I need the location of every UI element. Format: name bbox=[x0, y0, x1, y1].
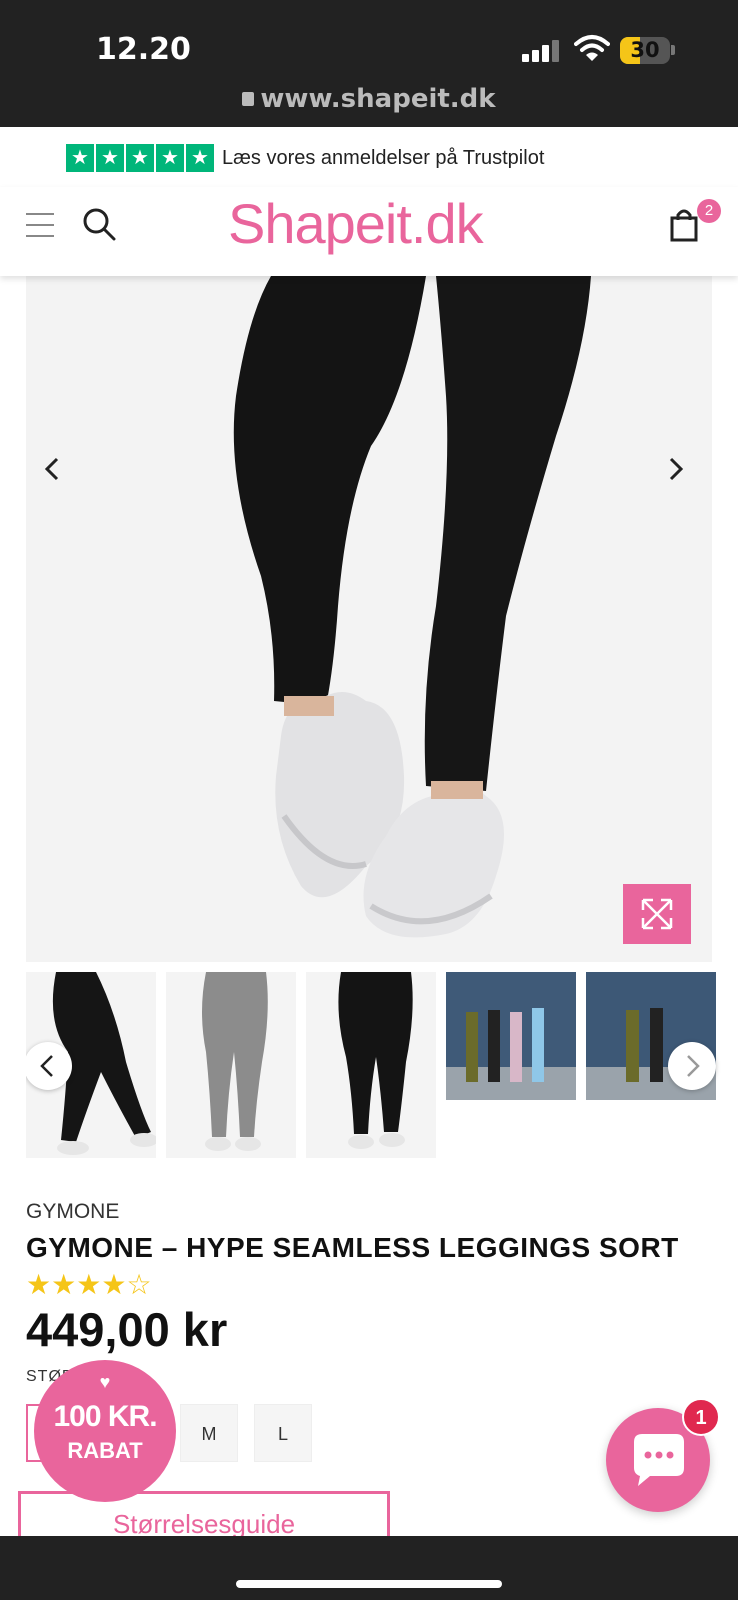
product-brand[interactable]: GYMONE bbox=[26, 1200, 119, 1224]
chevron-right-icon bbox=[687, 1055, 700, 1077]
star-full-icon: ★ bbox=[76, 1269, 102, 1300]
home-indicator-bar bbox=[0, 1536, 738, 1600]
url-text: www.shapeit.dk bbox=[260, 84, 496, 114]
cart-icon[interactable] bbox=[670, 208, 700, 242]
star-empty-icon: ☆ bbox=[126, 1269, 152, 1300]
size-option-m[interactable]: M bbox=[180, 1404, 238, 1462]
discount-label: RABAT bbox=[67, 1438, 143, 1463]
size-option-l[interactable]: L bbox=[254, 1404, 312, 1462]
thumb-group-1[interactable] bbox=[446, 972, 576, 1100]
status-time: 12.20 bbox=[96, 32, 191, 67]
heart-icon: ♥ bbox=[99, 1372, 111, 1392]
star-full-icon: ★ bbox=[51, 1269, 77, 1300]
battery-level: 30 bbox=[630, 38, 660, 62]
trustpilot-banner[interactable]: ★ ★ ★ ★ ★ Læs vores anmeldelser på Trust… bbox=[0, 127, 738, 187]
expand-icon bbox=[641, 898, 673, 930]
chevron-left-icon bbox=[40, 1055, 53, 1077]
product-main-image[interactable] bbox=[26, 276, 712, 962]
product-rating[interactable]: ★ ★ ★ ★ ☆ bbox=[26, 1270, 152, 1300]
trustpilot-star-icon: ★ bbox=[156, 144, 184, 172]
trustpilot-stars: ★ ★ ★ ★ ★ bbox=[66, 144, 214, 172]
chat-unread-badge: 1 bbox=[682, 1398, 720, 1436]
cart-count-badge: 2 bbox=[697, 199, 721, 223]
gallery-prev-icon[interactable] bbox=[38, 454, 68, 484]
battery-tip bbox=[671, 45, 675, 55]
thumb-grey-back[interactable] bbox=[166, 972, 296, 1158]
star-full-icon: ★ bbox=[26, 1269, 52, 1300]
wifi-icon bbox=[574, 35, 610, 61]
star-full-icon: ★ bbox=[101, 1269, 127, 1300]
trustpilot-star-icon: ★ bbox=[186, 144, 214, 172]
product-title: GYMONE – HYPE SEAMLESS LEGGINGS SORT bbox=[26, 1232, 679, 1263]
battery-icon: 30 bbox=[620, 37, 670, 64]
product-price: 449,00 kr bbox=[26, 1303, 228, 1356]
site-logo[interactable]: Shapeit.dk bbox=[228, 191, 484, 256]
discount-amount: 100 KR. bbox=[53, 1400, 157, 1433]
thumb-next-button[interactable] bbox=[668, 1042, 716, 1090]
signal-icon bbox=[522, 40, 560, 62]
trustpilot-star-icon: ★ bbox=[126, 144, 154, 172]
site-header: Shapeit.dk 2 bbox=[0, 187, 738, 276]
lock-icon bbox=[242, 92, 255, 106]
discount-badge[interactable]: ♥ 100 KR. RABAT bbox=[34, 1360, 176, 1502]
thumb-prev-button[interactable] bbox=[26, 1042, 72, 1090]
thumbnail-strip bbox=[26, 972, 738, 1158]
search-icon[interactable] bbox=[82, 207, 116, 241]
gallery-next-icon[interactable] bbox=[660, 454, 690, 484]
trustpilot-star-icon: ★ bbox=[96, 144, 124, 172]
status-bar: 12.20 30 www.shapeit.dk bbox=[0, 0, 738, 127]
trustpilot-star-icon: ★ bbox=[66, 144, 94, 172]
trustpilot-text: Læs vores anmeldelser på Trustpilot bbox=[222, 147, 545, 169]
product-photo bbox=[26, 276, 712, 962]
zoom-button[interactable] bbox=[623, 884, 691, 944]
home-indicator[interactable] bbox=[236, 1580, 502, 1588]
hamburger-menu-icon[interactable] bbox=[26, 213, 54, 237]
address-bar[interactable]: www.shapeit.dk bbox=[0, 84, 738, 114]
thumb-black-back[interactable] bbox=[306, 972, 436, 1158]
